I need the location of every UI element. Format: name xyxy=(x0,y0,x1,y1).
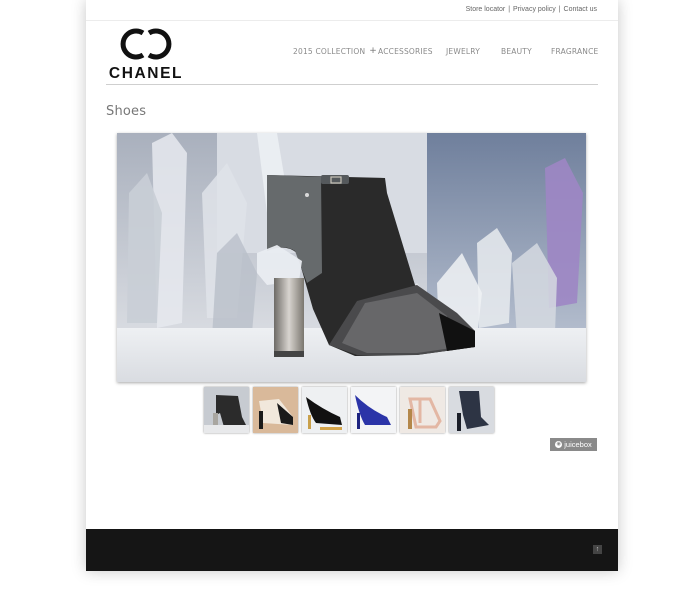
thumbnail-3[interactable] xyxy=(302,387,347,433)
brand-wordmark: CHANEL xyxy=(108,65,184,82)
top-divider xyxy=(86,20,618,21)
thumbnail-image-1 xyxy=(204,387,249,433)
thumbnail-image-4 xyxy=(351,387,396,433)
page-container: Store locator | Privacy policy | Contact… xyxy=(86,0,618,571)
nav-item-2015-collection[interactable]: 2015 COLLECTION + xyxy=(293,46,378,57)
thumbnail-image-2 xyxy=(253,387,298,433)
thumbnail-strip xyxy=(204,387,498,433)
page-title: Shoes xyxy=(106,103,147,119)
chanel-cc-icon xyxy=(120,28,172,60)
gallery-main-image[interactable] xyxy=(117,133,586,382)
thumbnail-1[interactable] xyxy=(204,387,249,433)
arrow-up-icon[interactable]: ↑ xyxy=(593,545,602,554)
thumbnail-4[interactable] xyxy=(351,387,396,433)
juicebox-badge[interactable]: ◉ juicebox xyxy=(550,438,597,451)
privacy-policy-link[interactable]: Privacy policy xyxy=(513,6,556,13)
nav-item-jewelry[interactable]: JEWELRY xyxy=(446,47,501,57)
nav-item-fragrance[interactable]: FRAGRANCE xyxy=(551,47,598,57)
thumbnail-image-3 xyxy=(302,387,347,433)
store-locator-link[interactable]: Store locator xyxy=(466,6,506,13)
juicebox-label: juicebox xyxy=(564,440,592,449)
nav-item-accessories[interactable]: ACCESSORIES xyxy=(378,47,446,57)
main-nav: 2015 COLLECTION + ACCESSORIES JEWELRY BEA… xyxy=(293,46,598,57)
thumbnail-image-5 xyxy=(400,387,445,433)
plus-icon: + xyxy=(369,46,378,56)
chanel-logo[interactable]: CHANEL xyxy=(105,26,187,82)
juicebox-logo-icon: ◉ xyxy=(555,441,563,448)
contact-us-link[interactable]: Contact us xyxy=(564,6,597,13)
thumbnail-image-6 xyxy=(449,387,494,433)
thumbnail-5[interactable] xyxy=(400,387,445,433)
nav-label: 2015 COLLECTION xyxy=(293,47,366,56)
nav-divider xyxy=(106,84,598,85)
shoe-photo xyxy=(117,133,586,382)
utility-separator: | xyxy=(508,6,511,13)
utility-nav: Store locator | Privacy policy | Contact… xyxy=(466,6,597,13)
thumbnail-6[interactable] xyxy=(449,387,494,433)
utility-separator: | xyxy=(558,6,561,13)
nav-item-beauty[interactable]: BEAUTY xyxy=(501,47,551,57)
thumbnail-2[interactable] xyxy=(253,387,298,433)
footer: ↑ xyxy=(86,529,618,571)
